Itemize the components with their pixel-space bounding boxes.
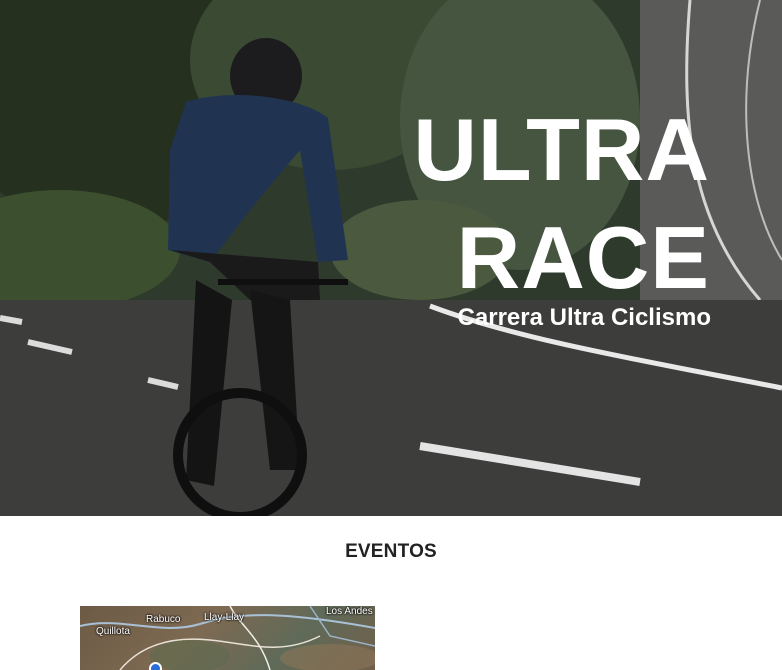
hero-subtitle: Carrera Ultra Ciclismo: [457, 304, 711, 331]
hero-title: ULTRA RACE: [413, 96, 710, 312]
map-label-rabuco: Rabuco: [146, 614, 181, 625]
hero-title-line-2: RACE: [456, 208, 710, 307]
map-label-quillota: Quillota: [96, 626, 130, 637]
hero-banner: ULTRA RACE Carrera Ultra Ciclismo: [0, 0, 782, 516]
map-label-llay-llay: Llay-Llay: [204, 612, 245, 623]
events-heading: EVENTOS: [345, 541, 437, 562]
hero-title-line-1: ULTRA: [413, 100, 710, 199]
event-map[interactable]: Quillota Rabuco Llay-Llay Los Andes: [80, 606, 375, 670]
map-label-los-andes: Los Andes: [326, 606, 373, 617]
